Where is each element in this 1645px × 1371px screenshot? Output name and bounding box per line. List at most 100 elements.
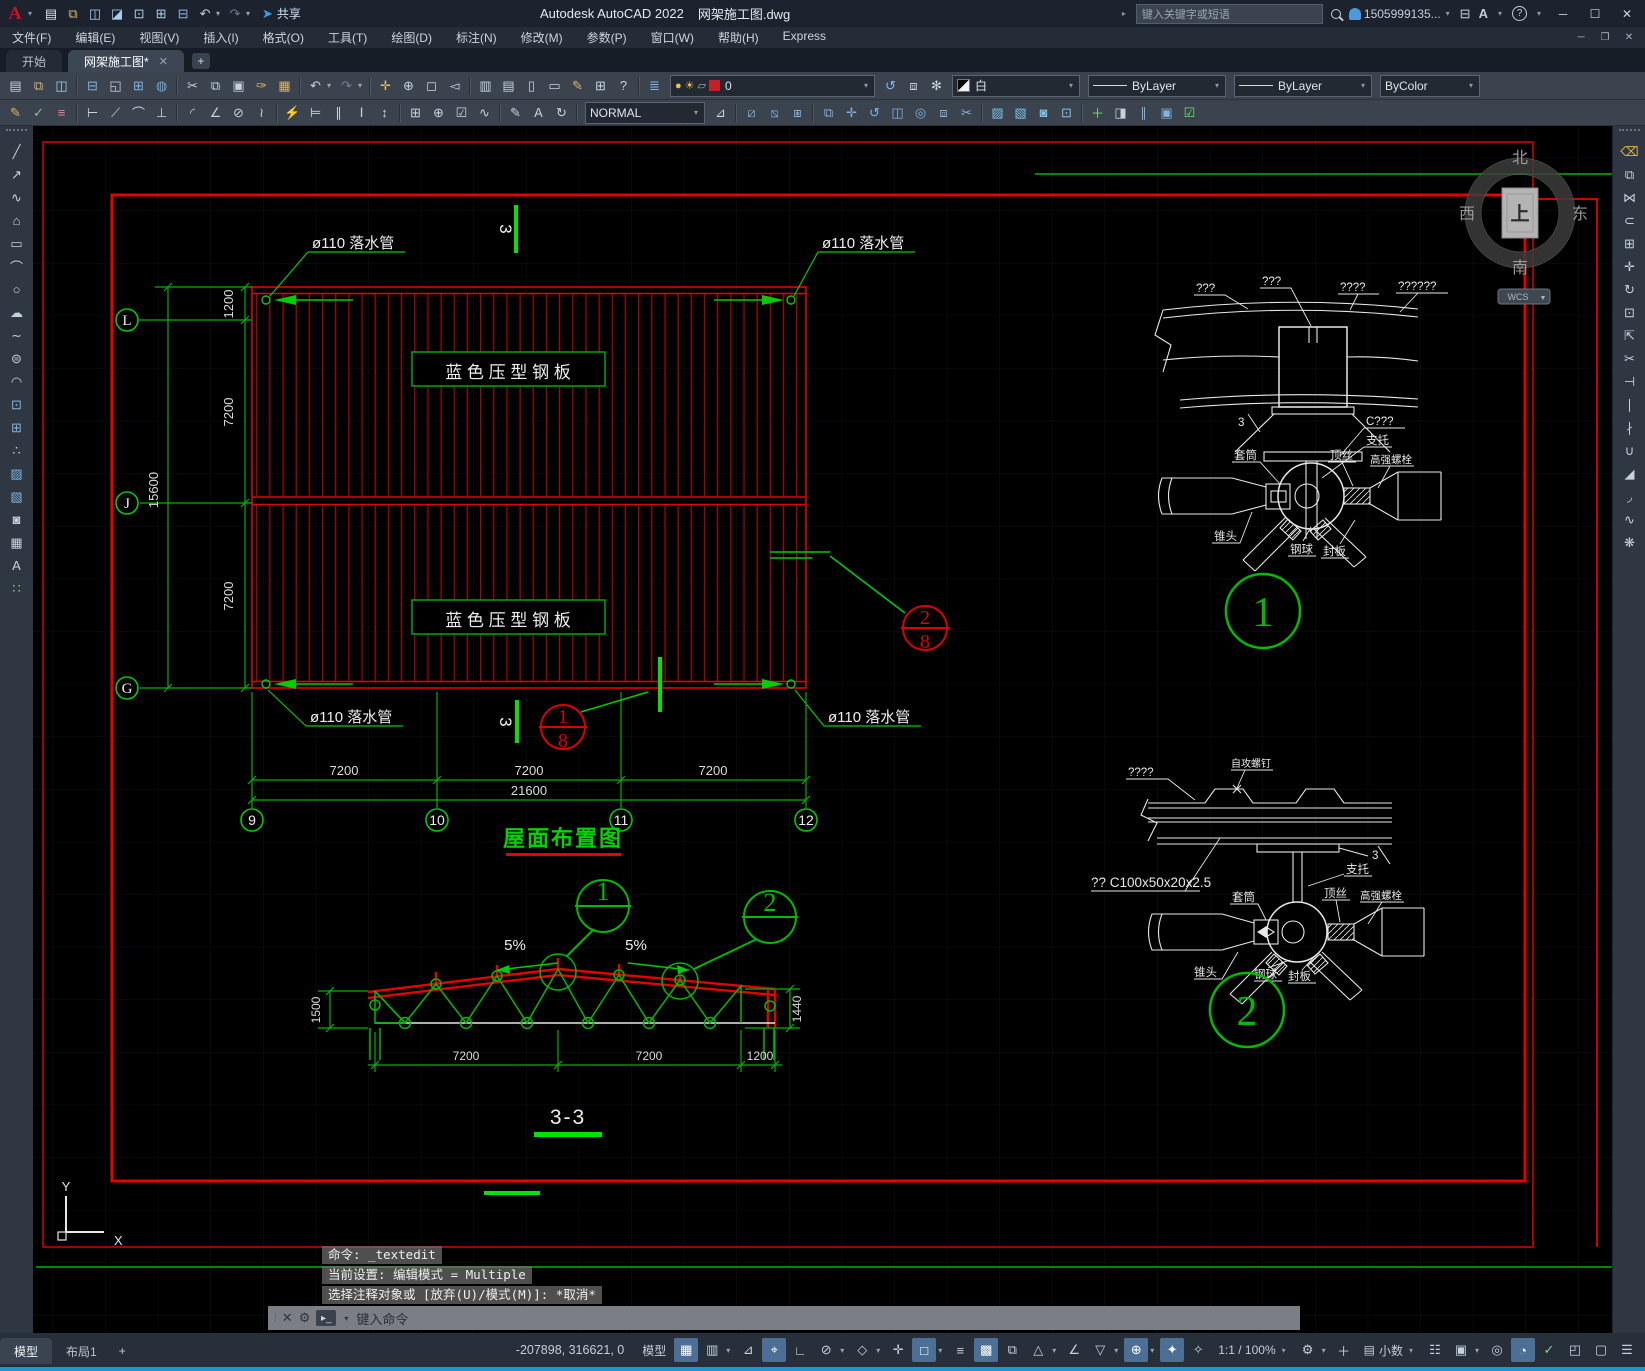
polar-tracking-icon[interactable]: ⊘ [814, 1338, 838, 1362]
menu-window[interactable]: 窗口(W) [639, 27, 706, 48]
move-icon[interactable]: ✛ [1613, 255, 1645, 278]
mirror-icon[interactable]: ⋈ [1613, 186, 1645, 209]
menu-modify[interactable]: 修改(M) [509, 27, 575, 48]
trusted-autoloader-icon[interactable]: ✓ [1537, 1338, 1561, 1362]
dim-continue-icon[interactable]: ∥ [327, 102, 350, 124]
new-icon[interactable]: ▤ [40, 4, 62, 24]
dim-jogged-icon[interactable]: ≀ [250, 102, 273, 124]
gizmo-dropdown-icon[interactable]: ▾ [1150, 1346, 1158, 1355]
new-layout-button[interactable]: + [111, 1338, 134, 1364]
command-input[interactable]: 键入命令 [356, 1309, 408, 1328]
markup-icon[interactable]: ✎ [566, 75, 589, 97]
command-bar-grip[interactable]: ⁞ [274, 1313, 277, 1324]
units-chevron-icon[interactable]: ▾ [1409, 1346, 1413, 1355]
menu-draw[interactable]: 绘图(D) [379, 27, 444, 48]
tab-drawing[interactable]: 网架施工图* ✕ [68, 50, 184, 72]
draworder-front-icon[interactable]: ⧄ [740, 102, 763, 124]
color-dropdown[interactable]: 白 ▾ [952, 74, 1080, 97]
app-menu-chevron-icon[interactable]: ▾ [28, 9, 32, 18]
account-chevron-icon[interactable]: ▾ [1446, 9, 1450, 18]
copy-icon[interactable]: ⧉ [817, 102, 840, 124]
search-icon[interactable] [1330, 8, 1341, 19]
design-center-icon[interactable]: ▤ [497, 75, 520, 97]
osnap-3d-dropdown-icon[interactable]: ▾ [1052, 1346, 1060, 1355]
menu-express[interactable]: Express [771, 27, 838, 48]
print-icon[interactable]: ⊟ [172, 4, 194, 24]
export-icon[interactable]: ⊡ [128, 4, 150, 24]
draworder-back-icon[interactable]: ⧅ [763, 102, 786, 124]
gradient-edit-icon[interactable]: ▧ [1009, 102, 1032, 124]
match-properties-icon[interactable]: ✑ [250, 75, 273, 97]
viewcube-south[interactable]: 南 [1512, 259, 1528, 277]
layer-previous-icon[interactable]: ↺ [879, 75, 902, 97]
dim-style-dropdown[interactable]: NORMAL ▾ [585, 101, 705, 124]
group-edit-icon[interactable]: ☑ [1178, 102, 1201, 124]
command-wrench-icon[interactable]: ⚙ [299, 1310, 311, 1326]
erase-icon[interactable]: ⌫ [1613, 140, 1645, 163]
table-icon[interactable]: ▦ [0, 531, 33, 554]
customization-icon[interactable]: ☰ [1615, 1338, 1639, 1362]
revision-cloud-icon[interactable]: ☁ [0, 301, 33, 324]
polar-tracking-dropdown-icon[interactable]: ▾ [840, 1346, 848, 1355]
object-snap-icon[interactable]: □ [912, 1338, 937, 1362]
osnap-tracking-icon[interactable]: ✛ [886, 1338, 910, 1362]
linetype-dropdown-chevron-icon[interactable]: ▾ [1215, 81, 1219, 90]
help-icon[interactable]: ? [612, 75, 635, 97]
dim-angular-icon[interactable]: ∠ [204, 102, 227, 124]
text-edit-icon[interactable]: ✎ [4, 102, 27, 124]
menu-format[interactable]: 格式(O) [251, 27, 316, 48]
drawing-canvas[interactable]: 蓝 色 压 型 钢 板 蓝 色 压 型 钢 板 ø110 落水管 ø110 落水… [33, 126, 1612, 1333]
selection-filtering-icon[interactable]: ▽ [1088, 1338, 1112, 1362]
save-icon[interactable]: ◫ [84, 4, 106, 24]
snap-mode-icon[interactable]: ▥ [700, 1338, 724, 1362]
properties-palette-icon[interactable]: ▥ [474, 75, 497, 97]
mtext-icon[interactable]: A [0, 554, 33, 577]
paste-icon[interactable]: ▣ [227, 75, 250, 97]
publish-icon[interactable]: ◍ [150, 75, 173, 97]
lock-ui-dropdown-icon[interactable]: ▾ [1475, 1346, 1483, 1355]
undo-dropdown-icon[interactable]: ▾ [327, 81, 335, 90]
user-avatar-icon[interactable] [1348, 7, 1361, 20]
osnap-3d-icon[interactable]: △ [1026, 1338, 1050, 1362]
array-icon[interactable]: ⊞ [1613, 232, 1645, 255]
gradient-icon[interactable]: ▧ [0, 485, 33, 508]
help-chevron-icon[interactable]: ▾ [1537, 9, 1541, 18]
command-recent-chevron-icon[interactable]: ▾ [344, 1314, 348, 1323]
dynamic-input-icon[interactable]: ⌖ [762, 1338, 787, 1362]
copy-clip-icon[interactable]: ⧉ [204, 75, 227, 97]
pan-icon[interactable]: ✛ [374, 75, 397, 97]
quick-properties-icon[interactable]: ☷ [1423, 1338, 1447, 1362]
lineweight-display-icon[interactable]: ≡ [948, 1338, 972, 1362]
quick-calc-icon[interactable]: ⊞ [589, 75, 612, 97]
break-icon[interactable]: ∤ [1613, 416, 1645, 439]
wcs-chevron-icon[interactable]: ▼ [1540, 295, 1547, 302]
text-style-icon[interactable]: ≡ [50, 102, 73, 124]
arc-icon[interactable]: ⌒ [0, 255, 33, 278]
share-button[interactable]: ➤ 共享 [262, 5, 301, 22]
minimize-button[interactable]: ─ [1551, 4, 1575, 24]
offset-icon[interactable]: ⊂ [1613, 209, 1645, 232]
doc-minimize-button[interactable]: ─ [1569, 30, 1593, 46]
dynamic-ucs-icon[interactable]: ∠ [1062, 1338, 1086, 1362]
ellipse-arc-icon[interactable]: ◠ [0, 370, 33, 393]
break-at-point-icon[interactable]: ∣ [1613, 393, 1645, 416]
dim-aligned-icon[interactable]: ⟋ [104, 102, 127, 124]
selection-cycling-icon[interactable]: ⧉ [1000, 1338, 1024, 1362]
tolerance-icon[interactable]: ⊞ [404, 102, 427, 124]
cut-icon[interactable]: ✂ [181, 75, 204, 97]
toolbar-grip[interactable] [6, 129, 27, 139]
add-selected-icon[interactable]: ＋ [1086, 102, 1109, 124]
spell-check-icon[interactable]: ✓ [27, 102, 50, 124]
graphics-performance-icon[interactable]: ◔ [1511, 1338, 1535, 1362]
boundary-icon[interactable]: ◙ [1032, 102, 1055, 124]
isodraft-dropdown-icon[interactable]: ▾ [876, 1346, 884, 1355]
group-icon[interactable]: ▣ [1155, 102, 1178, 124]
redo-icon[interactable]: ↷ [335, 75, 358, 97]
explode-icon[interactable]: ❋ [1613, 531, 1645, 554]
model-tab[interactable]: 模型 [0, 1338, 53, 1364]
polygon-icon[interactable]: ⌂ [0, 209, 33, 232]
copy-icon[interactable]: ⧉ [1613, 163, 1645, 186]
selection-filtering-dropdown-icon[interactable]: ▾ [1114, 1346, 1122, 1355]
rotate-icon[interactable]: ↻ [1613, 278, 1645, 301]
save-as-icon[interactable]: ◪ [106, 4, 128, 24]
